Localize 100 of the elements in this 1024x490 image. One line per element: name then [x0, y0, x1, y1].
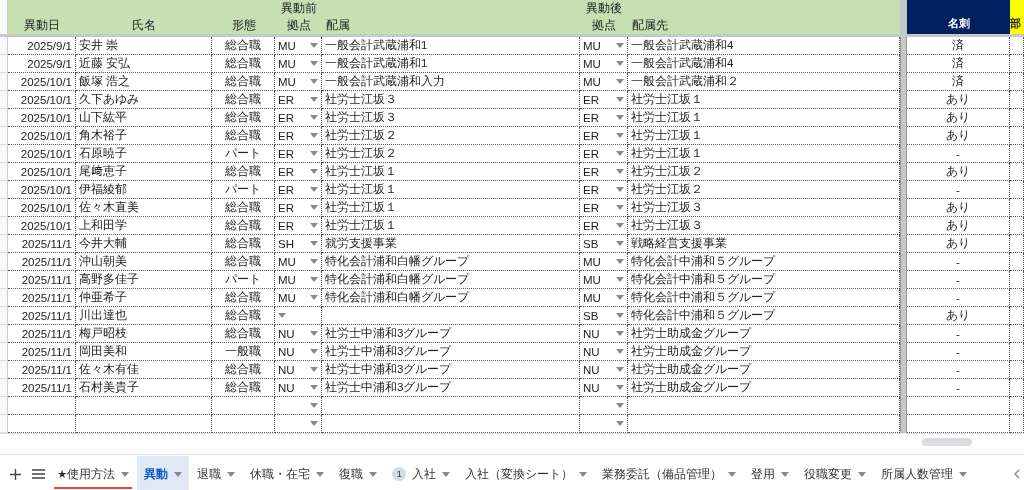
dropdown-cell[interactable]: ER [580, 127, 628, 145]
caret-icon[interactable] [310, 79, 318, 84]
sheet-tab[interactable]: ★使用方法 [50, 456, 137, 490]
caret-icon[interactable] [310, 241, 318, 246]
caret-icon[interactable] [616, 349, 624, 354]
dropdown-cell[interactable]: MU [580, 55, 628, 73]
caret-icon[interactable] [616, 259, 624, 264]
caret-icon[interactable] [310, 331, 318, 336]
caret-icon[interactable] [858, 471, 867, 477]
caret-icon[interactable] [616, 313, 624, 318]
caret-icon[interactable] [616, 223, 624, 228]
dropdown-cell[interactable]: ER [580, 181, 628, 199]
dropdown-cell[interactable]: SB [580, 235, 628, 253]
dropdown-cell[interactable]: ER [580, 91, 628, 109]
caret-icon[interactable] [616, 151, 624, 156]
dropdown-cell[interactable]: MU [275, 271, 322, 289]
dropdown-cell[interactable]: MU [275, 55, 322, 73]
caret-icon[interactable] [310, 205, 318, 210]
dropdown-cell[interactable]: NU [580, 361, 628, 379]
caret-icon[interactable] [310, 403, 318, 408]
caret-icon[interactable] [310, 421, 318, 426]
caret-icon[interactable] [278, 313, 286, 318]
dropdown-cell[interactable]: ER [275, 145, 322, 163]
caret-icon[interactable] [310, 97, 318, 102]
caret-icon[interactable] [616, 169, 624, 174]
caret-icon[interactable] [616, 97, 624, 102]
dropdown-cell[interactable] [275, 307, 322, 325]
dropdown-cell[interactable]: ER [275, 109, 322, 127]
sheet-tab[interactable]: 復職 [332, 456, 385, 490]
dropdown-cell[interactable]: MU [275, 253, 322, 271]
caret-icon[interactable] [616, 277, 624, 282]
dropdown-cell[interactable]: MU [580, 73, 628, 91]
dropdown-cell[interactable]: ER [275, 91, 322, 109]
caret-icon[interactable] [310, 259, 318, 264]
dropdown-cell[interactable]: ER [580, 109, 628, 127]
dropdown-cell[interactable]: NU [275, 343, 322, 361]
sheet-tab[interactable]: 業務委託（備品管理） [595, 456, 744, 490]
caret-icon[interactable] [616, 61, 624, 66]
caret-icon[interactable] [616, 421, 624, 426]
caret-icon[interactable] [310, 61, 318, 66]
caret-icon[interactable] [442, 471, 451, 477]
caret-icon[interactable] [579, 471, 588, 477]
caret-icon[interactable] [310, 187, 318, 192]
caret-icon[interactable] [227, 471, 236, 477]
caret-icon[interactable] [616, 205, 624, 210]
dropdown-cell[interactable] [275, 397, 322, 415]
dropdown-cell[interactable]: ER [275, 127, 322, 145]
horizontal-scrollbar[interactable] [922, 438, 972, 446]
caret-icon[interactable] [959, 471, 968, 477]
caret-icon[interactable] [616, 241, 624, 246]
dropdown-cell[interactable]: ER [580, 145, 628, 163]
dropdown-cell[interactable]: NU [580, 379, 628, 397]
dropdown-cell[interactable]: SH [275, 235, 322, 253]
caret-icon[interactable] [174, 471, 183, 477]
caret-icon[interactable] [310, 223, 318, 228]
sheet-tab[interactable]: 登用 [744, 456, 797, 490]
dropdown-cell[interactable]: ER [275, 217, 322, 235]
caret-icon[interactable] [310, 385, 318, 390]
sheet-tab[interactable]: 1 入社 [385, 456, 458, 490]
dropdown-cell[interactable]: MU [275, 37, 322, 55]
dropdown-cell[interactable]: ER [275, 163, 322, 181]
caret-icon[interactable] [310, 151, 318, 156]
caret-icon[interactable] [616, 295, 624, 300]
caret-icon[interactable] [616, 187, 624, 192]
caret-icon[interactable] [616, 385, 624, 390]
dropdown-cell[interactable]: ER [580, 199, 628, 217]
dropdown-cell[interactable]: MU [580, 289, 628, 307]
caret-icon[interactable] [310, 133, 318, 138]
dropdown-cell[interactable]: MU [275, 73, 322, 91]
dropdown-cell[interactable]: NU [580, 325, 628, 343]
sheet-tab[interactable]: 入社（変換シート） [458, 456, 595, 490]
sheet-tab[interactable]: 所属人数管理 [874, 456, 975, 490]
caret-icon[interactable] [316, 471, 325, 477]
dropdown-cell[interactable]: ER [275, 181, 322, 199]
caret-icon[interactable] [616, 43, 624, 48]
caret-icon[interactable] [310, 43, 318, 48]
dropdown-cell[interactable]: ER [580, 217, 628, 235]
caret-icon[interactable] [310, 295, 318, 300]
caret-icon[interactable] [310, 349, 318, 354]
dropdown-cell[interactable]: NU [275, 361, 322, 379]
dropdown-cell[interactable]: ER [275, 199, 322, 217]
caret-icon[interactable] [616, 331, 624, 336]
dropdown-cell[interactable]: MU [580, 37, 628, 55]
sheet-tab[interactable]: 休職・在宅 [243, 456, 332, 490]
caret-icon[interactable] [121, 471, 130, 477]
dropdown-cell[interactable]: SB [580, 307, 628, 325]
dropdown-cell[interactable]: MU [580, 253, 628, 271]
caret-icon[interactable] [616, 133, 624, 138]
dropdown-cell[interactable]: NU [580, 343, 628, 361]
caret-icon[interactable] [616, 403, 624, 408]
dropdown-cell[interactable]: ER [580, 163, 628, 181]
caret-icon[interactable] [616, 79, 624, 84]
dropdown-cell[interactable]: NU [275, 325, 322, 343]
sheet-tab[interactable]: 退職 [190, 456, 243, 490]
caret-icon[interactable] [616, 115, 624, 120]
caret-icon[interactable] [369, 471, 378, 477]
sheet-tab[interactable]: 役職変更 [797, 456, 874, 490]
caret-icon[interactable] [616, 367, 624, 372]
caret-icon[interactable] [728, 471, 737, 477]
caret-icon[interactable] [781, 471, 790, 477]
